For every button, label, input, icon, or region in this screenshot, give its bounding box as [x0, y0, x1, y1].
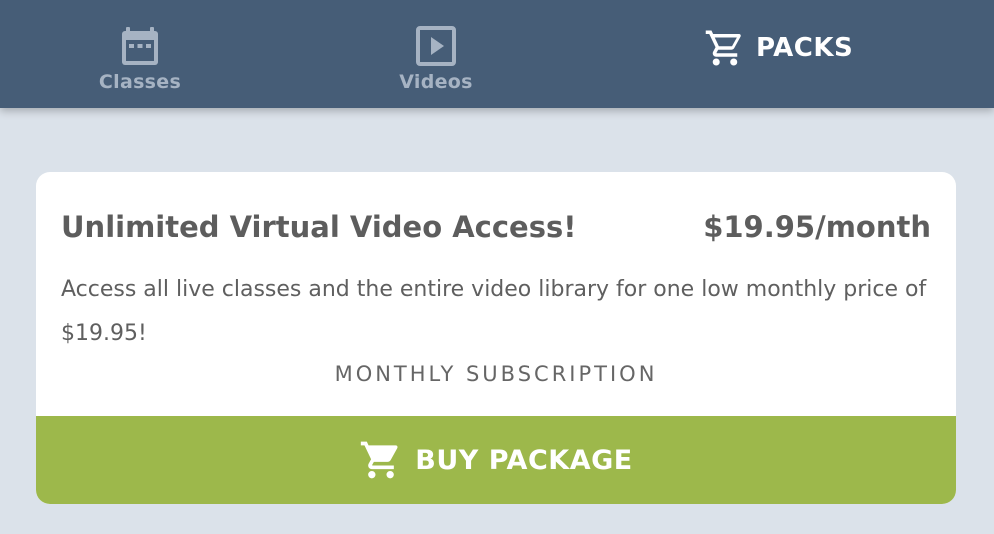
nav-item-classes[interactable]: Classes — [90, 0, 190, 108]
buy-package-button[interactable]: BUY PACKAGE — [36, 416, 956, 504]
package-price: $19.95/month — [703, 210, 931, 244]
play-square-icon — [416, 26, 456, 66]
cart-icon — [705, 30, 741, 66]
package-description: Access all live classes and the entire v… — [61, 277, 927, 346]
package-type: MONTHLY SUBSCRIPTION — [334, 362, 658, 386]
nav-item-packs[interactable]: PACKS — [704, 0, 864, 96]
nav-item-label: Videos — [399, 71, 473, 93]
calendar-icon — [122, 27, 158, 65]
package-title: Unlimited Virtual Video Access! — [61, 210, 577, 244]
nav-item-label: PACKS — [756, 33, 854, 63]
nav-item-videos[interactable]: Videos — [386, 0, 486, 108]
nav-item-label: Classes — [98, 71, 182, 93]
package-card: Unlimited Virtual Video Access! $19.95/m… — [36, 172, 956, 504]
cart-icon — [361, 441, 398, 479]
top-navigation: Classes Videos PACKS — [0, 0, 994, 108]
buy-package-label: BUY PACKAGE — [415, 444, 633, 476]
